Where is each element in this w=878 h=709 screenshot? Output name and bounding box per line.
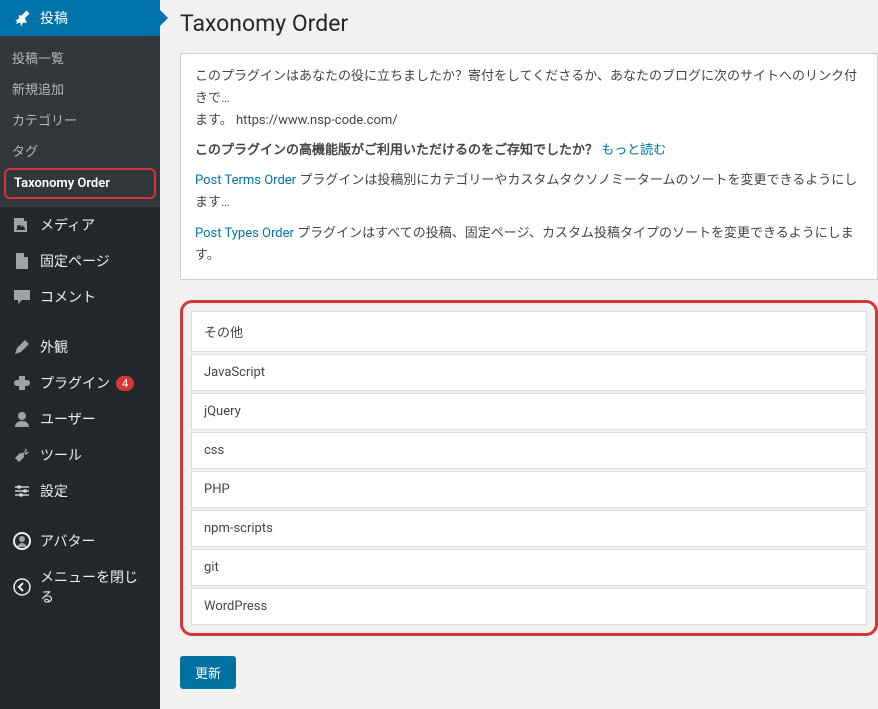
sidebar-item-label: コメント [40,287,96,307]
page-title: Taxonomy Order [180,10,878,37]
sidebar-item-avatar[interactable]: アバター [0,523,160,559]
sidebar-item-label: 投稿 [40,8,68,28]
submenu-item-categories[interactable]: カテゴリー [0,104,160,135]
sidebar-item-users[interactable]: ユーザー [0,401,160,437]
sortable-item[interactable]: jQuery [191,393,867,430]
comment-icon [12,287,32,307]
collapse-icon [12,577,32,597]
submenu-item-add-new[interactable]: 新規追加 [0,73,160,104]
sortable-item[interactable]: その他 [191,311,867,352]
sidebar-item-label: 外観 [40,337,68,357]
user-icon [12,409,32,429]
page-icon [12,251,32,271]
appearance-icon [12,337,32,357]
media-icon [12,215,32,235]
premium-text: このプラグインの高機能版がご利用いただけるのをご存知でしたか？ もっと読む [195,140,863,162]
sidebar-item-posts[interactable]: 投稿 [0,0,160,36]
taxonomy-sortable-list: その他 JavaScript jQuery css PHP npm-script… [191,311,867,625]
avatar-icon [12,531,32,551]
sidebar-item-plugins[interactable]: プラグイン 4 [0,365,160,401]
update-button[interactable]: 更新 [180,656,236,689]
sidebar-item-collapse[interactable]: メニューを閉じる [0,559,160,615]
plugin-update-badge: 4 [116,376,134,391]
sidebar-item-settings[interactable]: 設定 [0,473,160,509]
sortable-item[interactable]: css [191,432,867,469]
donation-url: https://www.nsp-code.com/ [236,113,398,128]
submenu-item-taxonomy-order[interactable]: Taxonomy Order [4,168,156,199]
main-content: Taxonomy Order このプラグインはあなたの役に立ちましたか？寄付をし… [160,0,878,709]
sidebar-item-comments[interactable]: コメント [0,279,160,315]
tool-icon [12,445,32,465]
sidebar-item-label: アバター [40,531,95,551]
donation-text: このプラグインはあなたの役に立ちましたか？寄付をしてくださるか、あなたのブログに… [195,66,863,132]
sortable-item[interactable]: npm-scripts [191,510,867,547]
read-more-link[interactable]: もっと読む [601,143,666,158]
pin-icon [12,8,32,28]
submenu-item-tags[interactable]: タグ [0,135,160,166]
sidebar-item-label: 設定 [40,481,68,501]
sidebar-item-label: ユーザー [40,409,96,429]
plugin-info-box: このプラグインはあなたの役に立ちましたか？寄付をしてくださるか、あなたのブログに… [180,53,878,280]
submenu-item-all-posts[interactable]: 投稿一覧 [0,42,160,73]
sortable-item[interactable]: PHP [191,471,867,508]
sidebar-submenu: 投稿一覧 新規追加 カテゴリー タグ Taxonomy Order [0,36,160,207]
plugin-icon [12,373,32,393]
post-types-text: Post Types Order プラグインはすべての投稿、固定ページ、カスタム… [195,223,863,267]
sidebar-item-label: プラグイン [40,373,110,393]
post-types-order-link[interactable]: Post Types Order [195,226,294,241]
sidebar-item-tools[interactable]: ツール [0,437,160,473]
sidebar-item-label: メニューを閉じる [40,567,148,607]
post-terms-order-link[interactable]: Post Terms Order [195,173,296,188]
sidebar-item-label: ツール [40,445,82,465]
sortable-item[interactable]: JavaScript [191,354,867,391]
post-terms-text: Post Terms Order プラグインは投稿別にカテゴリーやカスタムタクソ… [195,170,863,214]
sidebar-item-label: メディア [40,215,95,235]
sortable-item[interactable]: WordPress [191,588,867,625]
sortable-item[interactable]: git [191,549,867,586]
sidebar-item-pages[interactable]: 固定ページ [0,243,160,279]
sidebar-item-media[interactable]: メディア [0,207,160,243]
sidebar-item-label: 固定ページ [40,251,110,271]
sortable-list-highlight: その他 JavaScript jQuery css PHP npm-script… [180,300,878,636]
admin-sidebar: 投稿 投稿一覧 新規追加 カテゴリー タグ Taxonomy Order メディ… [0,0,160,709]
sidebar-item-appearance[interactable]: 外観 [0,329,160,365]
settings-icon [12,481,32,501]
